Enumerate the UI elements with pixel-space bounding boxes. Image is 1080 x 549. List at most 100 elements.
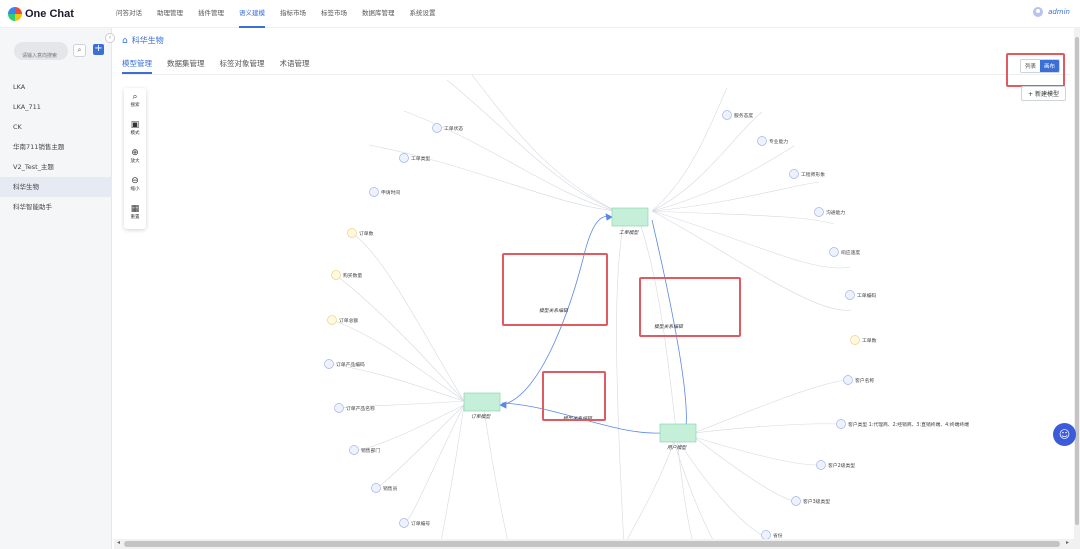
tab-dataset-management[interactable]: 数据集管理 — [167, 58, 205, 74]
field-node-label: 订单产品名称 — [346, 405, 375, 412]
dimension-node[interactable] — [843, 375, 853, 385]
edge — [328, 363, 465, 402]
nav-item-settings[interactable]: 系统设置 — [410, 0, 436, 28]
robot-icon: ☺ — [1058, 428, 1071, 441]
edge — [446, 79, 617, 212]
sidebar-item-kehua-assistant[interactable]: 科华智能助手 — [0, 197, 112, 217]
style-icon: ▣ — [130, 120, 140, 130]
field-node-label: 工单类型 — [411, 155, 430, 162]
edge — [404, 404, 465, 524]
field-node-label: 订单产品编码 — [336, 361, 365, 368]
add-domain-button[interactable]: + — [93, 44, 104, 55]
dimension-node[interactable] — [757, 136, 767, 146]
sidebar-item-lka[interactable]: LKA — [0, 77, 112, 97]
dimension-node[interactable] — [371, 483, 381, 493]
nav-item-assistant[interactable]: 助理管理 — [157, 0, 183, 28]
main-content: ⌂ 科华生物 模型管理 数据集管理 标签对象管理 术语管理 工单状态 工单类型 … — [114, 28, 1074, 549]
dimension-node[interactable] — [399, 518, 409, 528]
vertical-scrollbar-thumb[interactable] — [1075, 37, 1079, 525]
dimension-node[interactable] — [722, 110, 732, 120]
field-node-label: 客户3级类型 — [803, 498, 830, 505]
sidebar-item-kehua-bio[interactable]: 科华生物 — [0, 177, 112, 197]
reset-icon: ▦ — [130, 204, 140, 214]
metric-node[interactable] — [327, 315, 337, 325]
nav-item-metric-market[interactable]: 指标市场 — [280, 0, 306, 28]
tool-zoom-out[interactable]: ⊖ 缩小 — [124, 176, 146, 192]
scroll-left-icon[interactable]: ◂ — [117, 539, 120, 546]
edge — [651, 111, 763, 212]
metric-node[interactable] — [850, 335, 860, 345]
assistant-float-button[interactable]: ☺ — [1053, 423, 1076, 446]
dimension-node[interactable] — [814, 207, 824, 217]
tool-reset[interactable]: ▦ 重置 — [124, 204, 146, 220]
tab-term-management[interactable]: 术语管理 — [280, 58, 310, 74]
sidebar-item-lka-711[interactable]: LKA_711 — [0, 97, 112, 117]
tool-label: 搜索 — [130, 103, 140, 108]
edge — [638, 219, 695, 546]
field-node-label: 专业能力 — [769, 138, 788, 145]
sidebar-item-ck[interactable]: CK — [0, 117, 112, 137]
home-icon[interactable]: ⌂ — [122, 36, 128, 46]
metric-node[interactable] — [331, 270, 341, 280]
dimension-node[interactable] — [334, 403, 344, 413]
tab-tag-object-management[interactable]: 标签对象管理 — [220, 58, 265, 74]
field-node-label: 客户2级类型 — [828, 462, 855, 469]
tool-search[interactable]: ⌕ 搜索 — [124, 92, 146, 108]
nav-item-plugins[interactable]: 插件管理 — [198, 0, 224, 28]
field-node-label: 申请时间 — [381, 189, 400, 196]
top-navigation-bar: One Chat 问答对话 助理管理 插件管理 语义建模 指标市场 标签市场 数… — [0, 0, 1080, 28]
tool-style[interactable]: ▣ 模式 — [124, 120, 146, 136]
dimension-node[interactable] — [829, 247, 839, 257]
nav-item-tag-market[interactable]: 标签市场 — [321, 0, 347, 28]
nav-item-semantic-modeling[interactable]: 语义建模 — [239, 0, 265, 28]
view-toggle: 列表 画布 — [1020, 59, 1061, 73]
horizontal-scrollbar-thumb[interactable] — [124, 541, 1060, 547]
arrowhead — [605, 213, 613, 221]
field-node-label: 省份 — [773, 532, 783, 539]
dimension-node[interactable] — [791, 496, 801, 506]
user-menu[interactable]: admin — [1033, 7, 1070, 17]
app-logo[interactable]: One Chat — [8, 6, 74, 22]
tool-zoom-in[interactable]: ⊕ 放大 — [124, 148, 146, 164]
tab-model-management[interactable]: 模型管理 — [122, 58, 152, 74]
canvas-view-button[interactable]: 画布 — [1040, 60, 1060, 72]
search-icon: ⌕ — [77, 46, 82, 54]
new-model-label: 新建模型 — [1034, 91, 1059, 98]
edge — [678, 441, 763, 536]
domain-search-input[interactable] — [14, 47, 68, 65]
dimension-node[interactable] — [432, 123, 442, 133]
field-node-label: 客户类型 1:代理商、2:经销商、3:直销终端、4:终端终端 — [848, 421, 969, 428]
metric-node[interactable] — [347, 228, 357, 238]
edge — [651, 210, 835, 225]
field-node-label: 销售部门 — [361, 447, 380, 454]
dimension-node[interactable] — [399, 153, 409, 163]
nav-item-qa[interactable]: 问答对话 — [116, 0, 142, 28]
zoom-out-icon: ⊖ — [131, 176, 139, 186]
sidebar-item-south-china-711[interactable]: 华南711销售主题 — [0, 137, 112, 157]
logo-text: One Chat — [25, 8, 74, 20]
search-icon: ⌕ — [132, 92, 138, 102]
edge — [651, 181, 820, 212]
dimension-node[interactable] — [836, 419, 846, 429]
content-tabs: 模型管理 数据集管理 标签对象管理 术语管理 — [122, 58, 325, 74]
field-node-label: 沟通能力 — [826, 209, 845, 216]
new-model-button[interactable]: + 新建模型 — [1021, 86, 1066, 101]
dimension-node[interactable] — [845, 290, 855, 300]
highlight-box-relation-3 — [542, 371, 606, 421]
edge — [376, 404, 465, 489]
tool-label: 重置 — [130, 215, 140, 220]
field-node-label: 服务态度 — [734, 112, 753, 119]
scroll-right-icon[interactable]: ▸ — [1066, 539, 1069, 546]
dimension-node[interactable] — [369, 187, 379, 197]
list-view-button[interactable]: 列表 — [1021, 60, 1041, 72]
dimension-node[interactable] — [789, 169, 799, 179]
edge — [623, 441, 675, 546]
dimension-node[interactable] — [349, 445, 359, 455]
domain-list: LKA LKA_711 CK 华南711销售主题 V2_Test_主题 科华生物… — [0, 77, 112, 217]
search-button[interactable]: ⌕ — [73, 44, 86, 57]
dimension-node[interactable] — [816, 460, 826, 470]
nav-item-database[interactable]: 数据库管理 — [362, 0, 395, 28]
sidebar-collapse-button[interactable]: ‹ — [105, 33, 115, 43]
sidebar-item-v2-test[interactable]: V2_Test_主题 — [0, 157, 112, 177]
dimension-node[interactable] — [324, 359, 334, 369]
